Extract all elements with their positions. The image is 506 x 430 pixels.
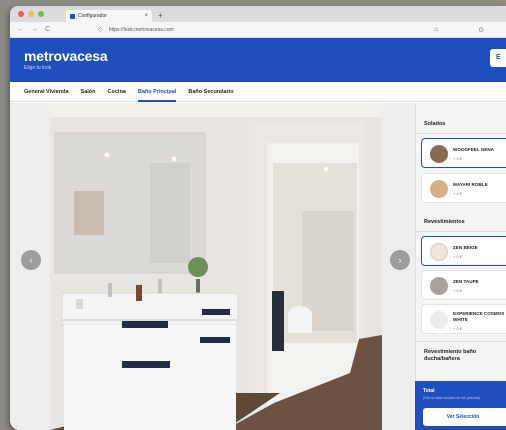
section-title-ducha: Revestimiento baño ducha/bañera bbox=[424, 349, 477, 362]
swatch-experience-cosmos-white bbox=[430, 311, 448, 329]
swatch-woodfeel-gena bbox=[430, 145, 448, 163]
divider bbox=[416, 341, 506, 342]
option-price: + 0 € bbox=[453, 288, 463, 293]
address-bar: ← → C ◇ https://look.metrovacesa.com ⌂ ⊙ bbox=[10, 22, 506, 38]
option-woodfeel-gena[interactable]: WOODFEEL GENA + 0 € bbox=[421, 138, 506, 168]
option-price: + 0 € bbox=[453, 326, 463, 331]
brand-tagline: Elige tu look bbox=[24, 65, 52, 71]
room-tabs: General Vivienda Salón Cocina Baño Princ… bbox=[10, 82, 506, 102]
url-field[interactable]: ◇ https://look.metrovacesa.com bbox=[98, 25, 428, 35]
browser-tab[interactable]: Configurador × bbox=[66, 10, 152, 22]
option-price: + 0 € bbox=[453, 156, 463, 161]
account-icon[interactable]: ⊙ bbox=[478, 26, 484, 34]
window-controls bbox=[18, 11, 44, 17]
prev-view-button[interactable]: ‹ bbox=[21, 250, 41, 270]
new-tab-button[interactable]: + bbox=[158, 11, 163, 20]
site-header: metrovacesa Elige tu look E bbox=[10, 38, 506, 82]
option-name: ZEN BEIGE bbox=[453, 245, 478, 250]
section-title-revestimientos: Revestimientos bbox=[424, 219, 465, 225]
close-window-icon[interactable] bbox=[18, 11, 24, 17]
swatch-zen-beige bbox=[430, 243, 448, 261]
home-icon[interactable]: ⌂ bbox=[434, 26, 438, 33]
tab-close-icon[interactable]: × bbox=[144, 13, 148, 19]
chevron-right-icon: › bbox=[398, 255, 402, 265]
option-experience-cosmos-white[interactable]: EXPERIENCE COSMOS WHITE + 0 € bbox=[421, 304, 506, 334]
summary-total-label: Total bbox=[423, 388, 435, 394]
option-name: EXPERIENCE COSMOS WHITE bbox=[453, 311, 505, 322]
divider bbox=[416, 133, 506, 134]
url-text: https://look.metrovacesa.com bbox=[108, 26, 174, 33]
option-name: MAYARI ROBLE bbox=[453, 182, 488, 187]
browser-tab-bar: Configurador × + bbox=[10, 6, 506, 22]
swatch-mayari-roble bbox=[430, 180, 448, 198]
favicon-icon bbox=[70, 13, 75, 19]
browser-window: Configurador × + ← → C ◇ https://look.me… bbox=[10, 6, 506, 430]
option-mayari-roble[interactable]: MAYARI ROBLE + 0 € bbox=[421, 173, 506, 203]
forward-button[interactable]: → bbox=[31, 26, 38, 33]
summary-vat-note: (IVA no está incluido en los precios) bbox=[423, 396, 480, 400]
option-price: + 0 € bbox=[453, 254, 463, 259]
header-button[interactable]: E bbox=[490, 49, 506, 67]
option-zen-taupe[interactable]: ZEN TAUPE + 0 € bbox=[421, 270, 506, 300]
maximize-window-icon[interactable] bbox=[38, 11, 44, 17]
tab-salon[interactable]: Salón bbox=[81, 82, 96, 102]
swatch-zen-taupe bbox=[430, 277, 448, 295]
tab-general-vivienda[interactable]: General Vivienda bbox=[24, 82, 69, 102]
divider bbox=[416, 231, 506, 232]
tab-bano-secundario[interactable]: Baño Secundario bbox=[188, 82, 233, 102]
browser-tab-title: Configurador bbox=[78, 13, 107, 19]
option-price: + 0 € bbox=[453, 191, 463, 196]
summary-bar: Total (IVA no está incluido en los preci… bbox=[415, 381, 506, 430]
minimize-window-icon[interactable] bbox=[28, 11, 34, 17]
room-viewer: ‹ › bbox=[10, 103, 415, 430]
option-zen-beige[interactable]: ZEN BEIGE + 0 € bbox=[421, 236, 506, 266]
tab-cocina[interactable]: Cocina bbox=[108, 82, 126, 102]
brand-logo[interactable]: metrovacesa bbox=[24, 48, 108, 64]
tab-bano-principal[interactable]: Baño Principal bbox=[137, 82, 176, 102]
option-name: ZEN TAUPE bbox=[453, 279, 479, 284]
reload-button[interactable]: C bbox=[45, 26, 50, 33]
option-name: WOODFEEL GENA bbox=[453, 147, 495, 152]
section-title-solados: Solados bbox=[424, 121, 446, 127]
shield-icon: ◇ bbox=[98, 27, 103, 33]
bathroom-render bbox=[50, 103, 382, 430]
next-view-button[interactable]: › bbox=[390, 250, 410, 270]
chevron-left-icon: ‹ bbox=[29, 255, 33, 265]
back-button[interactable]: ← bbox=[17, 26, 24, 33]
view-selection-button[interactable]: Ver Selección bbox=[423, 408, 506, 426]
